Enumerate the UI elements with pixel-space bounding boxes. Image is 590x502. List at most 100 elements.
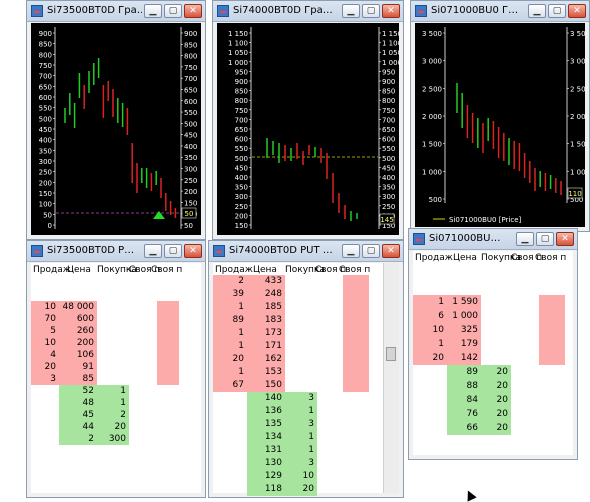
bid-volume[interactable]: 1 (97, 397, 129, 409)
title-bar[interactable]: Si74000BT0D PUT … ▁ ▢ ✕ (209, 241, 403, 262)
ask-volume[interactable]: 89 (213, 314, 247, 327)
bid-volume[interactable]: 3 (285, 392, 317, 405)
bid-volume[interactable] (285, 340, 317, 353)
bid-volume[interactable] (97, 313, 129, 325)
bid-volume[interactable] (97, 349, 129, 361)
column-header[interactable]: Своя п (535, 253, 566, 263)
ask-volume[interactable]: 5 (31, 325, 59, 337)
bid-volume[interactable] (481, 309, 511, 323)
bid-volume[interactable]: 300 (97, 433, 129, 445)
price-cell[interactable]: 135 (247, 418, 285, 431)
price-cell[interactable]: 91 (59, 361, 97, 373)
bid-volume[interactable]: 20 (481, 393, 511, 407)
ask-row[interactable]: 1 185 (213, 301, 399, 314)
price-cell[interactable]: 600 (59, 313, 97, 325)
ask-volume[interactable]: 1 (213, 366, 247, 379)
column-header[interactable]: Своя п (339, 265, 370, 275)
column-header[interactable]: Продаж (215, 265, 253, 275)
ask-volume[interactable] (213, 405, 247, 418)
bid-row[interactable]: 44 20 (31, 421, 201, 433)
close-button[interactable]: ✕ (568, 4, 586, 18)
price-cell[interactable]: 150 (247, 379, 285, 392)
price-cell[interactable]: 260 (59, 325, 97, 337)
price-cell[interactable]: 142 (447, 351, 481, 365)
minimize-button[interactable]: ▁ (528, 4, 546, 18)
title-bar[interactable]: Si73500BT0D P… ▁ ▢ ✕ (27, 241, 205, 262)
bid-volume[interactable]: 20 (285, 483, 317, 496)
price-cell[interactable]: 185 (247, 301, 285, 314)
ask-volume[interactable] (413, 365, 447, 379)
price-cell[interactable]: 88 (447, 379, 481, 393)
price-cell[interactable]: 89 (447, 365, 481, 379)
bid-row[interactable]: 66 20 (413, 421, 573, 435)
ask-row[interactable]: 67 150 (213, 379, 399, 392)
price-chart[interactable]: 1 150 1 100 1 050 1 000 950 900 850 800 750 700 65… (217, 23, 401, 235)
ask-volume[interactable] (413, 421, 447, 435)
ask-volume[interactable] (213, 418, 247, 431)
ask-volume[interactable]: 70 (31, 313, 59, 325)
price-cell[interactable]: 118 (247, 483, 285, 496)
ask-volume[interactable]: 6 (413, 309, 447, 323)
bid-volume[interactable] (97, 301, 129, 313)
bid-row[interactable]: 48 1 (31, 397, 201, 409)
ask-volume[interactable] (213, 392, 247, 405)
price-chart[interactable]: 900 850 800 750 700 650 600 550 500 450 400 350 300 2… (31, 23, 201, 235)
bid-volume[interactable]: 1 (285, 405, 317, 418)
ask-volume[interactable]: 3 (31, 373, 59, 385)
price-cell[interactable]: 1 590 (447, 295, 481, 309)
order-book-window-2[interactable]: Si74000BT0D PUT … ▁ ▢ ✕ Продаж Цена Покупк… (208, 240, 404, 498)
scrollbar-thumb[interactable] (386, 347, 396, 361)
bid-volume[interactable] (285, 353, 317, 366)
chart-window-1[interactable]: Si73500BT0D Гра… ▁ ▢ ✕ 900 850 800 750 700 65… (26, 0, 206, 240)
bid-volume[interactable] (481, 295, 511, 309)
ask-volume[interactable]: 4 (31, 349, 59, 361)
ask-volume[interactable]: 1 (213, 301, 247, 314)
title-bar[interactable]: Si071000BU… ▁ ▢ ✕ (409, 229, 577, 250)
chart-canvas[interactable]: 9008508007507006506005505004504003503002… (31, 23, 203, 237)
bid-volume[interactable] (285, 327, 317, 340)
close-button[interactable]: ✕ (382, 4, 400, 18)
price-cell[interactable]: 140 (247, 392, 285, 405)
bid-row[interactable]: 134 1 (213, 431, 399, 444)
ask-volume[interactable] (213, 444, 247, 457)
price-cell[interactable]: 325 (447, 323, 481, 337)
minimize-button[interactable]: ▁ (342, 244, 360, 258)
order-book[interactable]: Продаж Цена Покупка Своя п Своя п 10 48 000 70 6… (31, 263, 201, 493)
price-cell[interactable]: 179 (447, 337, 481, 351)
price-cell[interactable]: 66 (447, 421, 481, 435)
column-header[interactable]: Продаж (33, 265, 71, 275)
ask-volume[interactable] (31, 397, 59, 409)
ask-volume[interactable] (413, 393, 447, 407)
ask-volume[interactable] (31, 433, 59, 445)
price-cell[interactable]: 130 (247, 457, 285, 470)
order-book[interactable]: Продаж Цена Покупка Своя п Своя п 2 433 39 248 1 1… (213, 263, 399, 496)
column-header[interactable]: Цена (453, 253, 477, 263)
bid-volume[interactable] (97, 373, 129, 385)
ask-row[interactable]: 39 248 (213, 288, 399, 301)
bid-volume[interactable] (97, 325, 129, 337)
ask-volume[interactable]: 1 (413, 295, 447, 309)
price-cell[interactable]: 153 (247, 366, 285, 379)
ask-volume[interactable]: 20 (31, 361, 59, 373)
bid-volume[interactable]: 2 (97, 409, 129, 421)
ask-row[interactable]: 1 153 (213, 366, 399, 379)
price-cell[interactable]: 200 (59, 337, 97, 349)
bid-row[interactable]: 135 3 (213, 418, 399, 431)
price-cell[interactable]: 1 000 (447, 309, 481, 323)
bid-volume[interactable]: 20 (481, 365, 511, 379)
bid-row[interactable]: 52 1 (31, 385, 201, 397)
ask-volume[interactable]: 20 (213, 353, 247, 366)
price-cell[interactable]: 52 (59, 385, 97, 397)
ask-volume[interactable] (213, 470, 247, 483)
bid-volume[interactable] (97, 337, 129, 349)
ask-volume[interactable] (31, 385, 59, 397)
bid-row[interactable]: 140 3 (213, 392, 399, 405)
order-book[interactable]: Продаж Цена Покупка Своя п Своя п11 590 6 1 00… (413, 251, 573, 455)
order-book-window-3[interactable]: Si071000BU… ▁ ▢ ✕ Продаж Цена Покупка Своя … (408, 228, 578, 460)
bid-volume[interactable]: 20 (481, 379, 511, 393)
bid-row[interactable]: 45 2 (31, 409, 201, 421)
price-cell[interactable]: 48 000 (59, 301, 97, 313)
ask-volume[interactable]: 20 (413, 351, 447, 365)
close-button[interactable]: ✕ (184, 244, 202, 258)
close-button[interactable]: ✕ (382, 244, 400, 258)
